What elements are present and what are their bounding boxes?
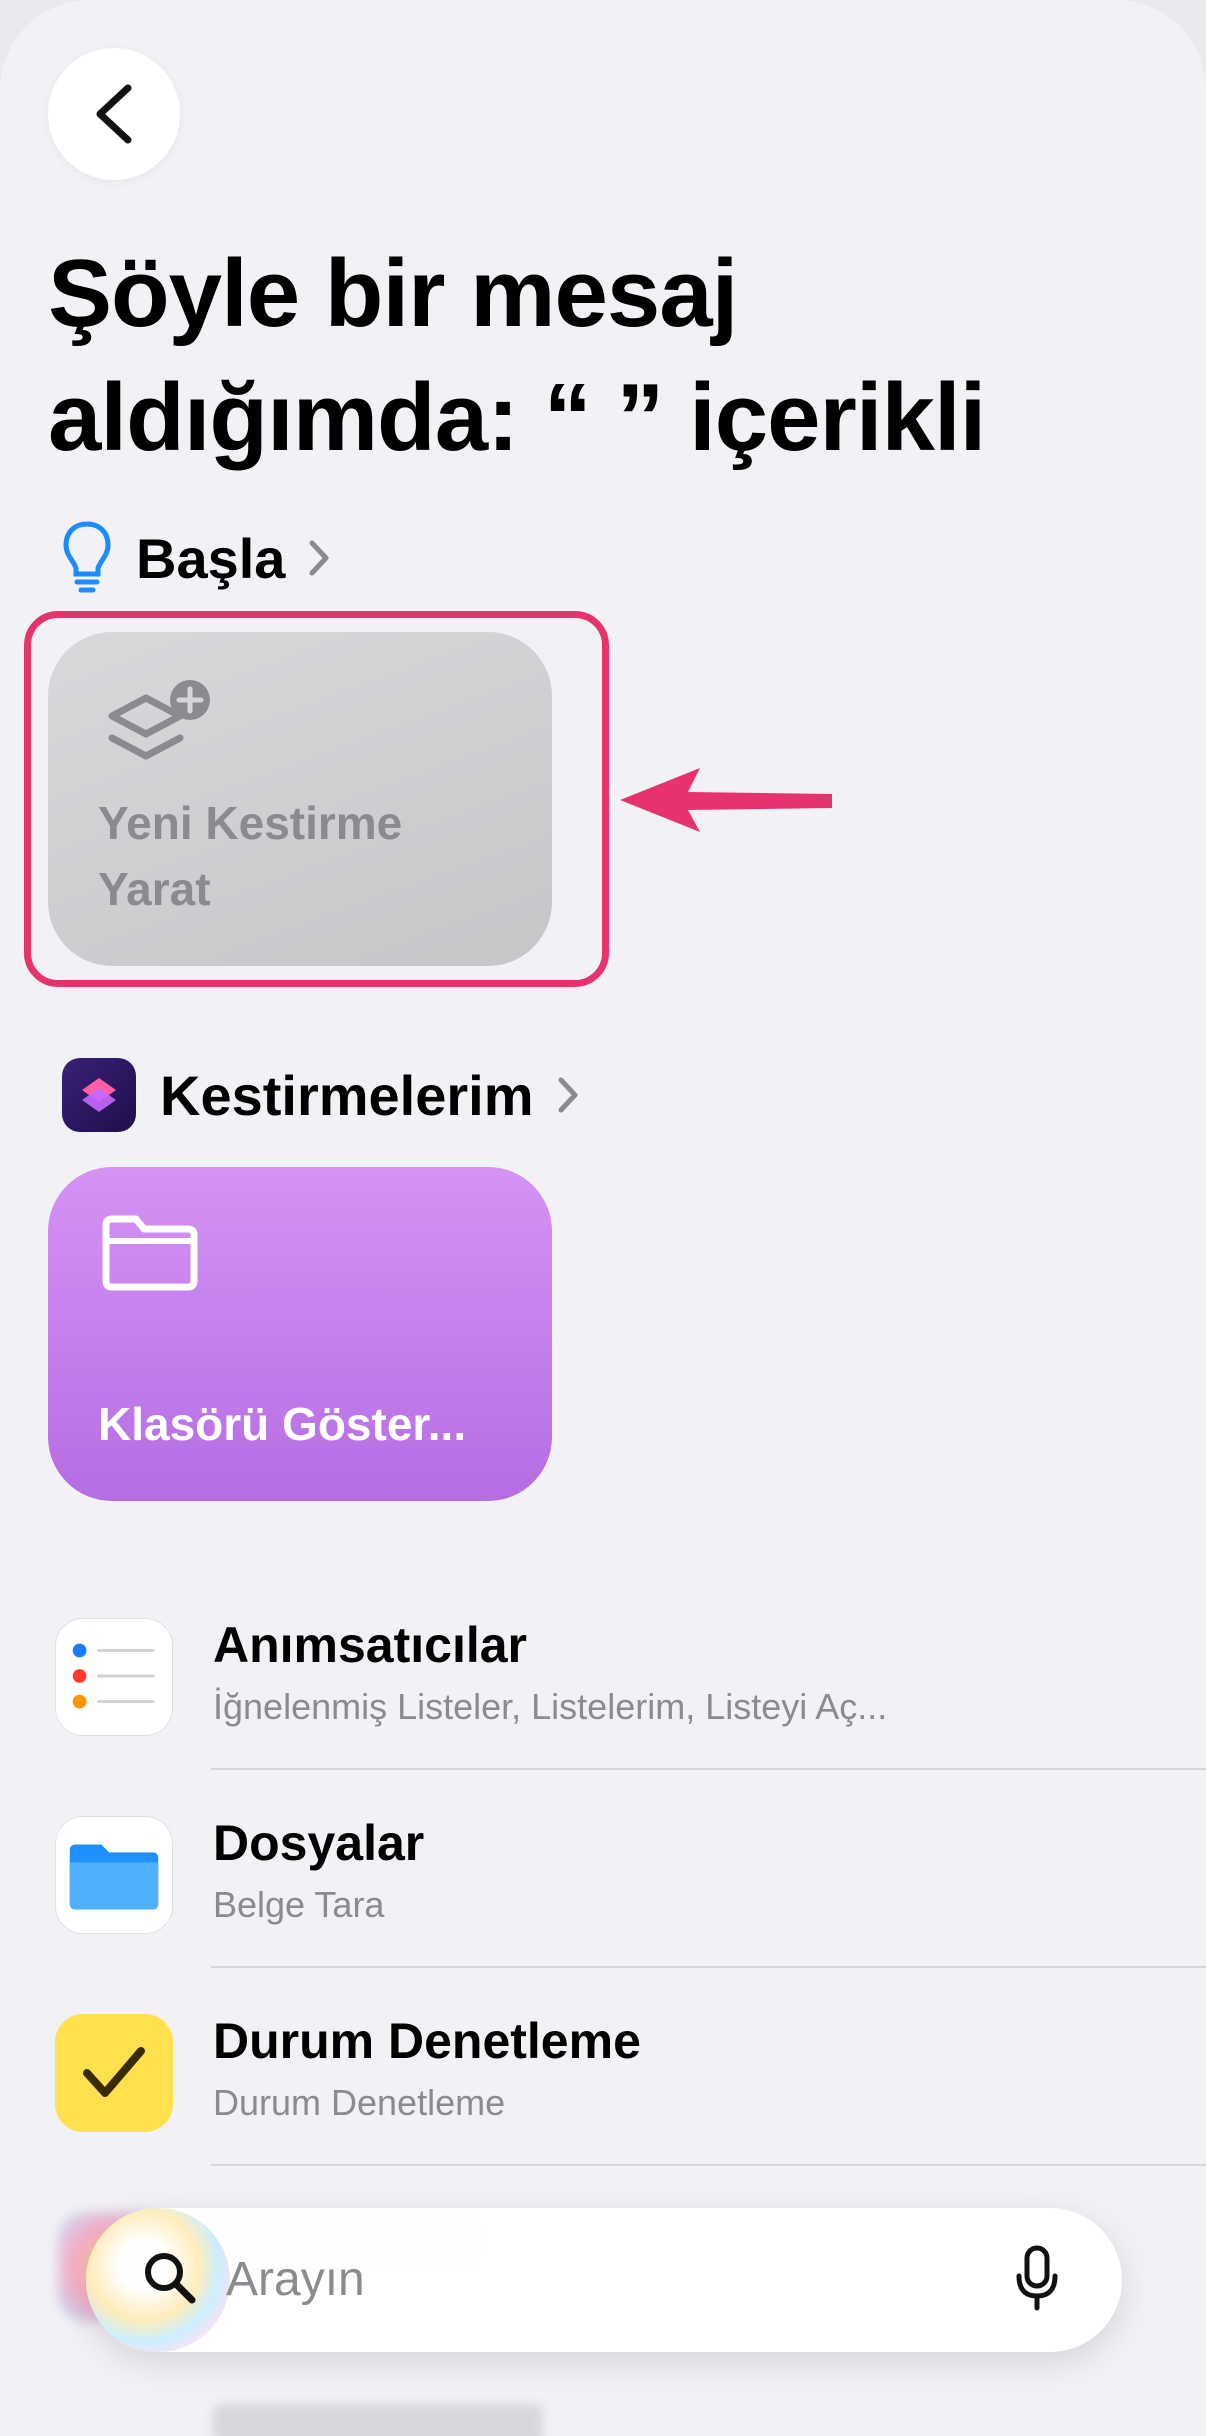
list-item-check-in[interactable]: Durum Denetleme Durum Denetleme (0, 1996, 1206, 2194)
app-list: Anımsatıcılar İğnelenmiş Listeler, Liste… (0, 1600, 1206, 2194)
chevron-right-icon (309, 540, 329, 576)
list-item-subtitle: Belge Tara (213, 1884, 385, 1925)
chevron-left-icon (96, 84, 132, 144)
divider (211, 1768, 1206, 1770)
list-item-files[interactable]: Dosyalar Belge Tara (0, 1798, 1206, 1996)
search-icon (145, 2253, 196, 2304)
screen: Şöyle bir mesaj aldığımda: “ ” içerikli … (0, 0, 1206, 2436)
back-button[interactable] (48, 48, 180, 180)
my-shortcuts-section-header[interactable]: Kestirmelerim (62, 1058, 580, 1132)
check-in-icon (55, 2014, 173, 2132)
reminders-icon (55, 1618, 173, 1736)
divider (211, 1966, 1206, 1968)
list-item-title: Dosyalar (213, 1815, 425, 1871)
search-input[interactable]: Arayın (226, 2252, 365, 2307)
page-title: Şöyle bir mesaj aldığımda: “ ” içerikli (48, 240, 986, 471)
start-section-header[interactable]: Başla (62, 520, 331, 596)
list-item-subtitle: İğnelenmiş Listeler, Listelerim, Listeyi… (213, 1686, 888, 1727)
pointer-arrow-icon (620, 768, 832, 832)
list-item-subtitle: Durum Denetleme (213, 2082, 506, 2123)
list-item-reminders[interactable]: Anımsatıcılar İğnelenmiş Listeler, Liste… (0, 1600, 1206, 1798)
folder-icon (102, 1215, 198, 1291)
divider (211, 2164, 1206, 2166)
search-bar[interactable]: Arayın (86, 2208, 1122, 2352)
my-shortcuts-label: Kestirmelerim (160, 1063, 534, 1127)
lightbulb-icon (63, 521, 111, 593)
blurred-row-placeholder (213, 2404, 543, 2436)
list-item-title: Anımsatıcılar (213, 1617, 528, 1673)
microphone-icon[interactable] (1014, 2244, 1060, 2314)
list-item-title: Durum Denetleme (213, 2013, 641, 2069)
files-icon (55, 1816, 173, 1934)
chevron-right-icon (558, 1077, 578, 1113)
show-folder-shortcut-tile[interactable]: Klasörü Göster... (48, 1167, 552, 1501)
highlight-frame (24, 611, 609, 987)
start-section-label: Başla (136, 526, 286, 590)
shortcuts-app-icon (62, 1058, 136, 1132)
show-folder-label: Klasörü Göster... (98, 1398, 467, 1450)
